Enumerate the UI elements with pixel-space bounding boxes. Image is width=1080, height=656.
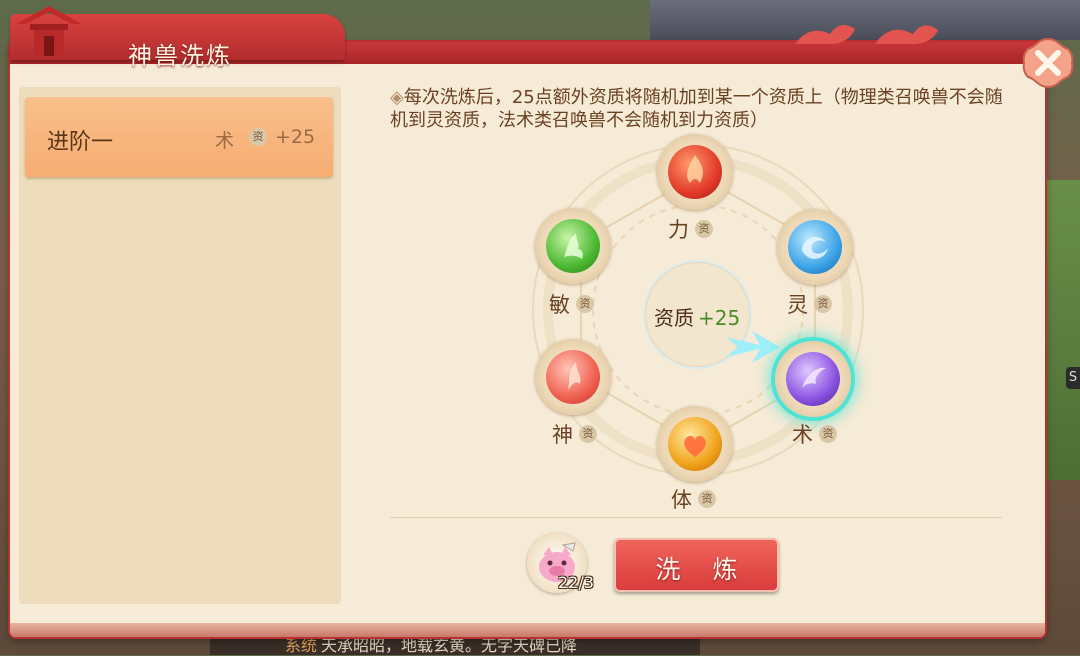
title-tab: 神兽洗炼 xyxy=(10,6,345,70)
center-label: 资质 xyxy=(654,306,694,330)
node-label-shen: 神资 xyxy=(552,419,597,449)
refine-button-label: 洗 炼 xyxy=(655,555,750,584)
node-ling[interactable] xyxy=(777,209,853,285)
magic-orb-icon xyxy=(786,352,840,406)
chat-channel: 系统 xyxy=(285,636,318,655)
node-li[interactable] xyxy=(657,134,733,210)
refine-button[interactable]: 洗 炼 xyxy=(614,538,779,592)
close-icon[interactable] xyxy=(1020,35,1076,91)
node-label-ti: 体资 xyxy=(671,484,716,514)
advance-list: 进阶一 术 资 +25 xyxy=(19,87,341,604)
spirit-orb-icon xyxy=(546,350,600,404)
pavilion-emblem-icon xyxy=(16,6,82,56)
zi-badge-icon: 资 xyxy=(576,295,594,313)
description-text: 每次洗炼后，25点额外资质将随机加到某一个资质上（物理类召唤兽不会随机到灵资质，… xyxy=(390,87,1003,131)
zi-badge-icon: 资 xyxy=(698,490,716,508)
panel-bottom-bar xyxy=(10,623,1045,637)
diamond-bullet-icon: ◈ xyxy=(390,87,404,108)
wind-orb-icon xyxy=(546,219,600,273)
node-label-ling: 灵资 xyxy=(787,289,832,319)
background-grass xyxy=(1040,180,1080,480)
swirl-orb-icon xyxy=(788,220,842,274)
list-item[interactable]: 进阶一 术 资 +25 xyxy=(25,97,333,177)
zi-badge-icon: 资 xyxy=(819,425,837,443)
divider xyxy=(390,517,1002,518)
selection-arrow-icon xyxy=(726,331,780,363)
chat-message-text: 天承昭昭，地载玄黄。无字天碑已降 xyxy=(321,636,578,655)
zi-badge-icon: 资 xyxy=(814,295,832,313)
zi-badge-icon: 资 xyxy=(695,220,713,238)
node-label-min: 敏资 xyxy=(549,289,594,319)
list-item-attr: 术 xyxy=(215,130,235,152)
node-shu-selected[interactable] xyxy=(775,341,851,417)
window-title: 神兽洗炼 xyxy=(128,42,232,70)
item-count: 22/3 xyxy=(558,573,594,592)
node-label-li: 力资 xyxy=(668,214,713,244)
node-label-shu: 术资 xyxy=(792,419,837,449)
flame-orb-icon xyxy=(668,145,722,199)
node-ti[interactable] xyxy=(657,406,733,482)
zi-badge-icon: 资 xyxy=(579,425,597,443)
description: ◈每次洗炼后，25点额外资质将随机加到某一个资质上（物理类召唤兽不会随机到灵资质… xyxy=(390,86,1010,132)
horse-pattern-icon xyxy=(795,25,938,44)
heart-orb-icon xyxy=(668,417,722,471)
list-item-name: 进阶一 xyxy=(47,130,114,155)
list-item-value: +25 xyxy=(275,126,316,148)
node-min[interactable] xyxy=(535,208,611,284)
node-shen[interactable] xyxy=(535,339,611,415)
side-tag[interactable]: S xyxy=(1066,367,1080,389)
zi-badge-icon: 资 xyxy=(249,128,267,146)
